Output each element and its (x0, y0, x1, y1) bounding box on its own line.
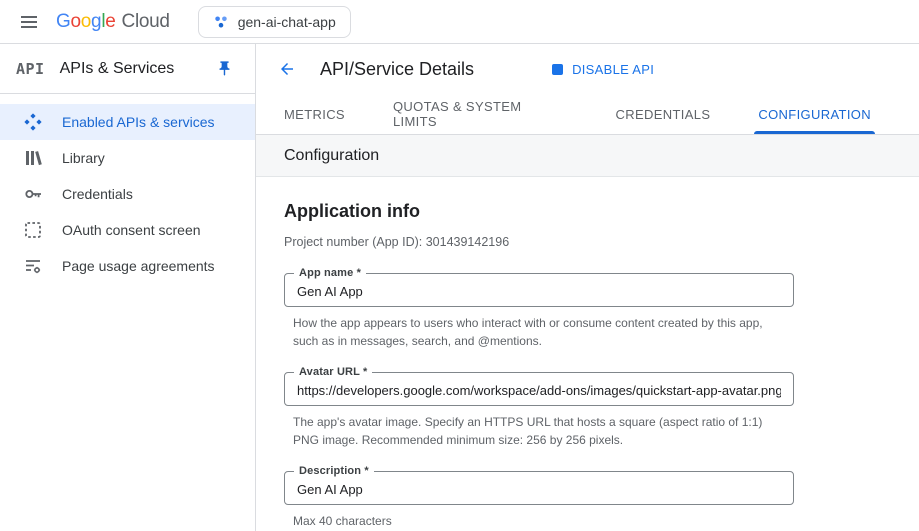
logo-letter: o (70, 11, 80, 33)
main-content: API/Service Details DISABLE API METRICS … (256, 44, 919, 531)
sidebar-item-label: OAuth consent screen (62, 222, 201, 238)
apis-services-logo: API (16, 60, 45, 78)
avatar-url-field-group: Avatar URL * The app's avatar image. Spe… (284, 372, 794, 449)
avatar-url-label: Avatar URL * (294, 366, 372, 378)
tab-configuration[interactable]: CONFIGURATION (758, 94, 871, 134)
application-info-heading: Application info (284, 201, 891, 222)
pin-icon[interactable] (212, 56, 237, 81)
cloud-wordmark: Cloud (122, 11, 170, 33)
logo-letter: G (56, 11, 70, 33)
tab-credentials[interactable]: CREDENTIALS (615, 94, 710, 134)
hamburger-menu-icon[interactable] (16, 9, 42, 35)
project-selector-label: gen-ai-chat-app (238, 14, 336, 30)
enabled-apis-icon (24, 113, 42, 131)
back-arrow-icon[interactable] (274, 55, 300, 83)
configuration-content: Application info Project number (App ID)… (256, 177, 919, 531)
sidebar-item-label: Credentials (62, 186, 133, 202)
topbar: G o o g l e Cloud gen-ai-chat-app (0, 0, 919, 44)
stop-square-icon (552, 64, 563, 75)
project-number: Project number (App ID): 301439142196 (284, 235, 891, 249)
sidebar-item-enabled-apis[interactable]: Enabled APIs & services (0, 104, 255, 140)
project-selector[interactable]: gen-ai-chat-app (198, 6, 351, 38)
avatar-url-helper-text: The app's avatar image. Specify an HTTPS… (293, 413, 791, 449)
gcp-console: G o o g l e Cloud gen-ai-chat-app API AP… (0, 0, 919, 531)
sidebar-item-library[interactable]: Library (0, 140, 255, 176)
description-label: Description * (294, 465, 374, 477)
sidebar-item-label: Page usage agreements (62, 258, 215, 274)
google-cloud-logo: G o o g l e Cloud (56, 11, 170, 33)
disable-api-button[interactable]: DISABLE API (544, 56, 662, 83)
sidebar-item-page-usage[interactable]: Page usage agreements (0, 248, 255, 284)
logo-letter: g (91, 11, 101, 33)
sidebar-header: API APIs & Services (0, 44, 255, 94)
page-usage-icon (24, 257, 42, 275)
tab-metrics[interactable]: METRICS (284, 94, 345, 134)
sidebar: API APIs & Services Enabled APIs & servi… (0, 44, 256, 531)
disable-api-label: DISABLE API (572, 62, 654, 77)
logo-letter: o (81, 11, 91, 33)
description-helper-text: Max 40 characters (293, 512, 791, 530)
tab-quotas-system-limits[interactable]: QUOTAS & SYSTEM LIMITS (393, 94, 568, 134)
sidebar-item-label: Enabled APIs & services (62, 114, 215, 130)
page-header: API/Service Details DISABLE API (256, 44, 919, 94)
back-arrow-glyph (278, 59, 296, 79)
sidebar-item-credentials[interactable]: Credentials (0, 176, 255, 212)
sidebar-nav: Enabled APIs & services Library (0, 94, 255, 284)
logo-letter: e (105, 11, 115, 33)
avatar-url-input-wrap: Avatar URL * (284, 372, 794, 406)
description-field-group: Description * Max 40 characters (284, 471, 794, 530)
hamburger-glyph (20, 13, 38, 31)
sidebar-item-label: Library (62, 150, 105, 166)
app-name-field-group: App name * How the app appears to users … (284, 273, 794, 350)
description-input-wrap: Description * (284, 471, 794, 505)
project-icon (213, 14, 229, 30)
app-name-label: App name * (294, 267, 366, 279)
tab-bar: METRICS QUOTAS & SYSTEM LIMITS CREDENTIA… (256, 94, 919, 135)
app-name-input-wrap: App name * (284, 273, 794, 307)
key-icon (24, 185, 42, 203)
sidebar-title: APIs & Services (60, 60, 212, 78)
app-name-helper-text: How the app appears to users who interac… (293, 314, 791, 350)
oauth-consent-icon (24, 221, 42, 239)
configuration-section-header: Configuration (256, 135, 919, 177)
section-title: Configuration (284, 147, 379, 165)
sidebar-item-oauth-consent[interactable]: OAuth consent screen (0, 212, 255, 248)
pushpin-glyph (216, 60, 233, 77)
library-icon (24, 149, 42, 167)
page-title: API/Service Details (320, 59, 474, 80)
